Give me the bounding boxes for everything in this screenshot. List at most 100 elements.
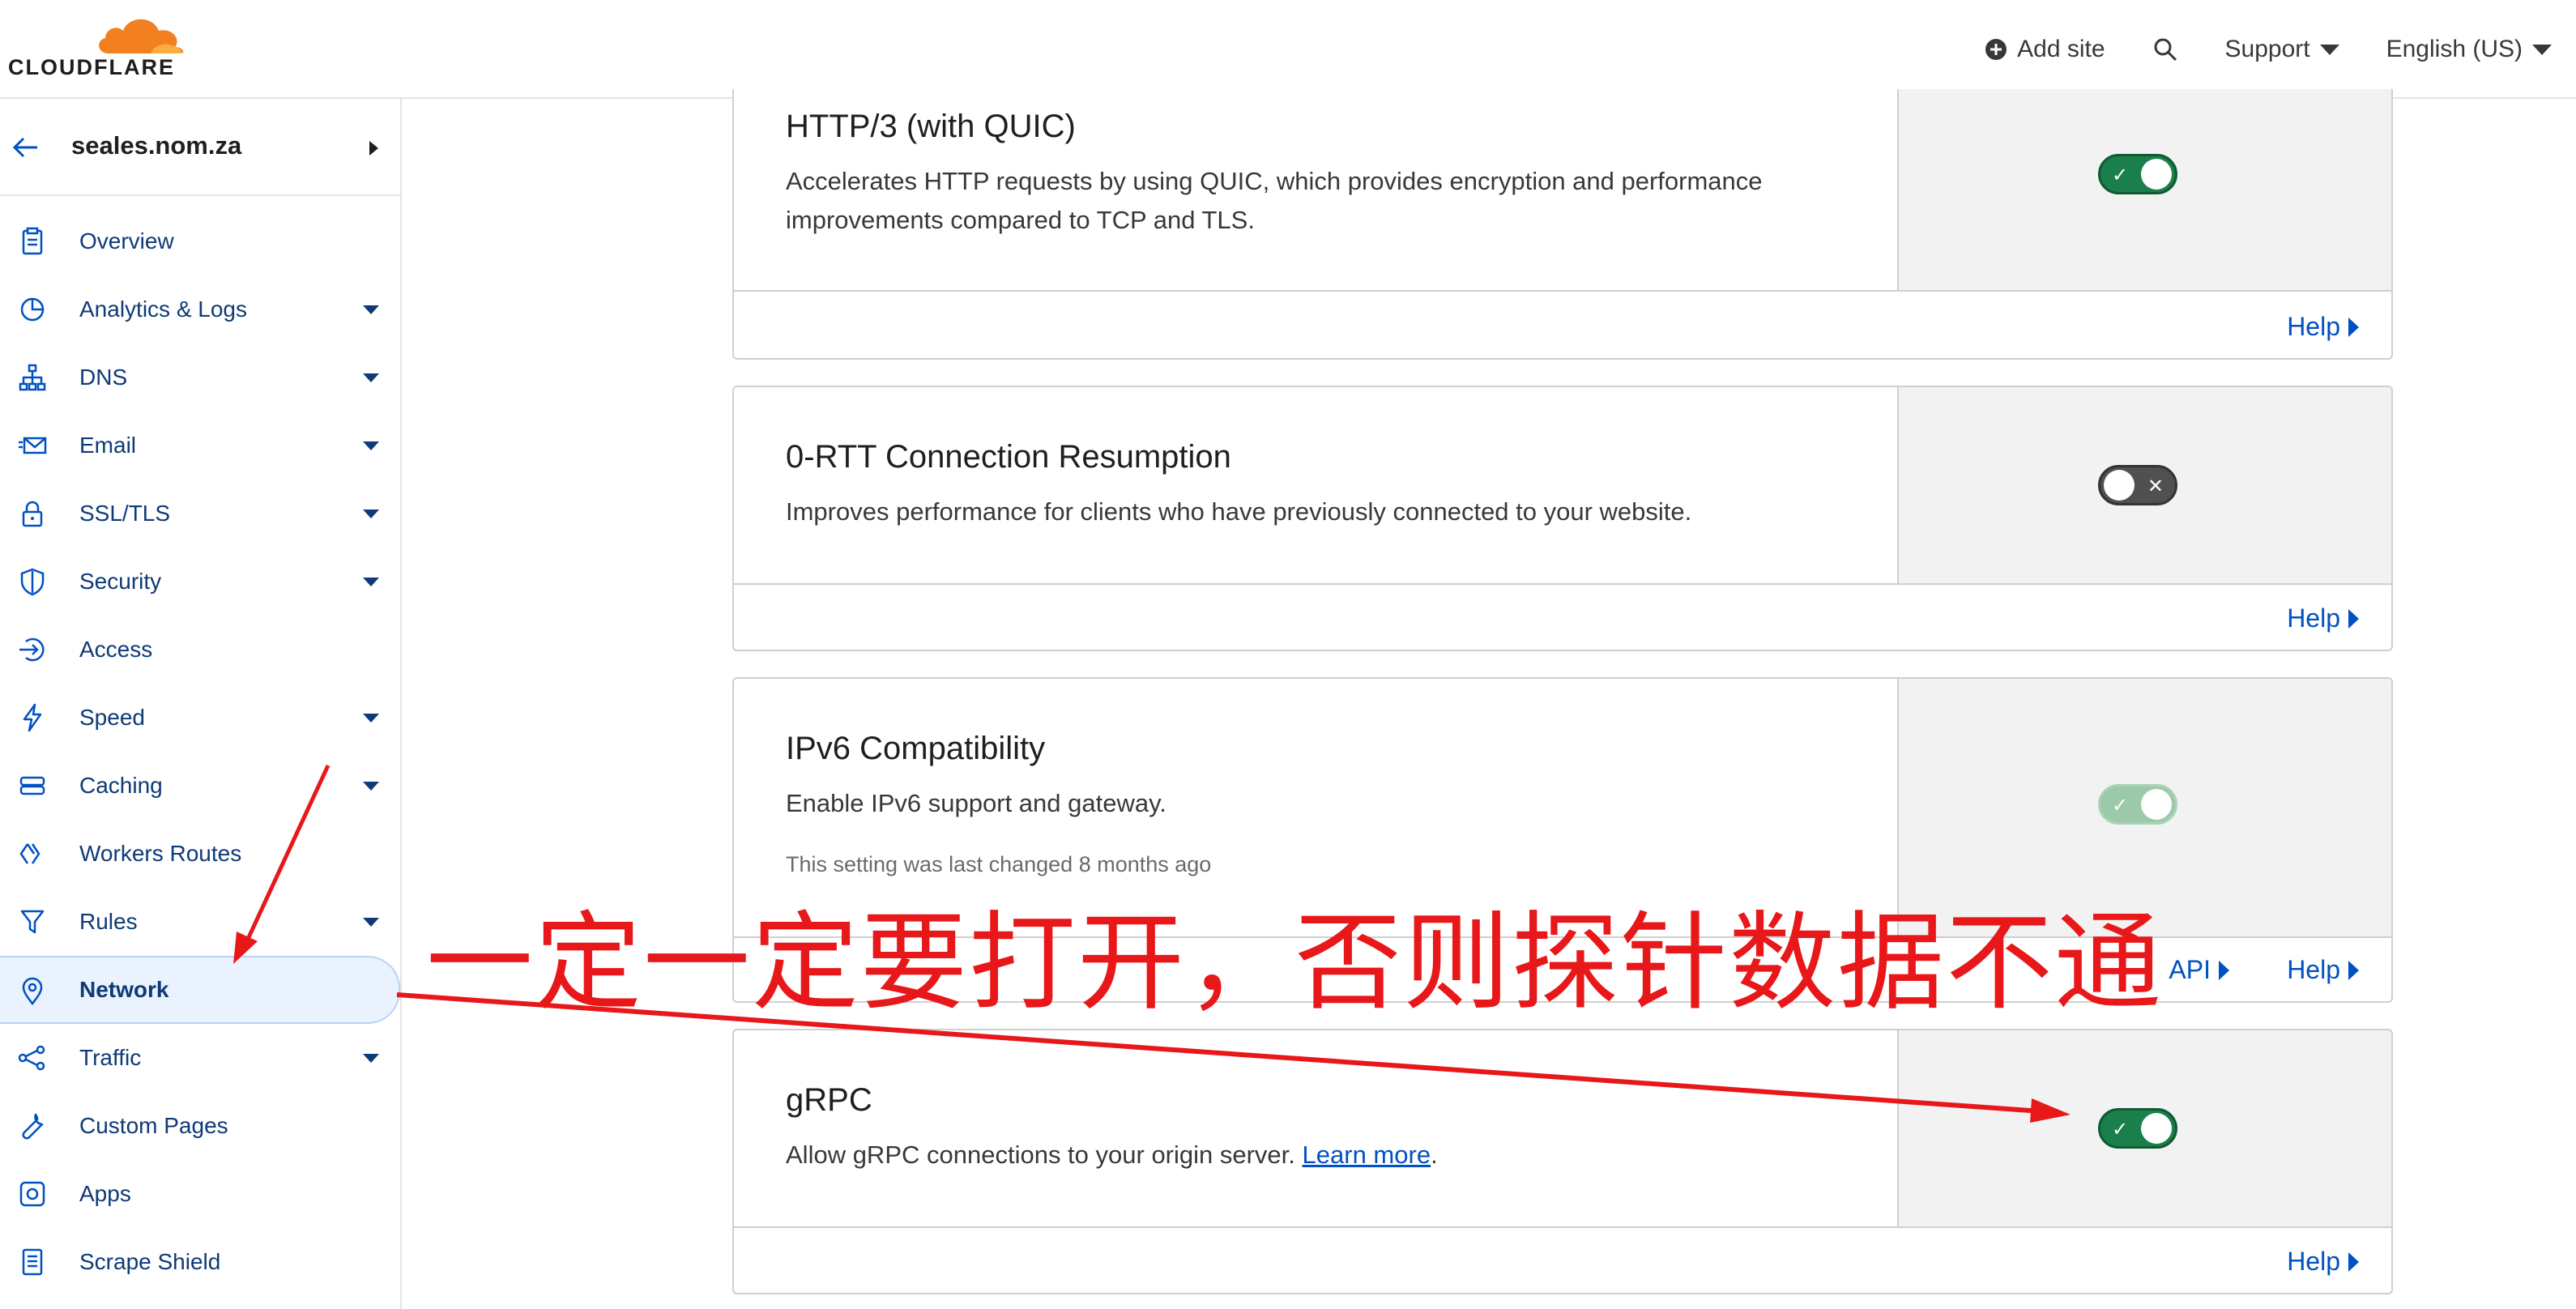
sidebar-item-overview[interactable]: Overview: [0, 207, 400, 275]
card-title: 0-RTT Connection Resumption: [786, 439, 1231, 475]
location-pin-icon: [22, 977, 43, 1006]
card-description: Accelerates HTTP requests by using QUIC,…: [786, 167, 1763, 234]
sidebar-item-label: Rules: [79, 909, 138, 934]
back-arrow-icon[interactable]: [11, 133, 41, 162]
document-icon: [22, 1248, 43, 1276]
sidebar-item-speed[interactable]: Speed: [0, 684, 400, 752]
toggle-knob: [2141, 789, 2172, 820]
sidebar-item-label: Workers Routes: [79, 841, 242, 866]
access-icon: [19, 637, 45, 662]
check-icon: ✓: [2112, 164, 2129, 186]
support-menu[interactable]: Support: [2225, 36, 2339, 63]
zero-rtt-toggle[interactable]: ✕: [2098, 465, 2177, 505]
chevron-right-icon[interactable]: [369, 141, 378, 156]
network-tree-icon: [19, 364, 46, 391]
sidebar-item-label: DNS: [79, 365, 128, 390]
card-description: Improves performance for clients who hav…: [786, 497, 1692, 526]
help-label: Help: [2287, 1247, 2340, 1276]
ipv6-toggle[interactable]: ✓: [2098, 784, 2177, 825]
server-icon: [19, 776, 45, 795]
card-control-panel: ✕: [1897, 387, 2391, 583]
chevron-down-icon: [363, 782, 379, 791]
sidebar-menu: Overview Analytics & Logs DNS Email SSL/…: [0, 207, 400, 1296]
apps-icon: [19, 1181, 45, 1207]
zero-rtt-card: 0-RTT Connection Resumption Improves per…: [732, 386, 2393, 651]
sidebar-item-email[interactable]: Email: [0, 411, 400, 480]
sidebar-item-custom-pages[interactable]: Custom Pages: [0, 1092, 400, 1160]
envelope-icon: [19, 437, 47, 454]
chevron-down-icon: [363, 510, 379, 518]
sidebar-item-label: SSL/TLS: [79, 501, 171, 526]
search-icon: [2154, 38, 2177, 62]
grpc-card: gRPC Allow gRPC connections to your orig…: [732, 1029, 2393, 1294]
lightning-icon: [23, 703, 42, 732]
sidebar-item-label: Caching: [79, 773, 163, 798]
shield-icon: [20, 568, 45, 596]
card-description: Allow gRPC connections to your origin se…: [786, 1136, 1839, 1175]
filter-icon: [20, 910, 45, 934]
sidebar-item-label: Custom Pages: [79, 1113, 228, 1138]
add-site-button[interactable]: Add site: [1985, 36, 2105, 63]
sidebar-item-caching[interactable]: Caching: [0, 752, 400, 820]
add-site-label: Add site: [2017, 36, 2105, 62]
sidebar-item-workers-routes[interactable]: Workers Routes: [0, 820, 400, 888]
sidebar-item-dns[interactable]: DNS: [0, 343, 400, 411]
chevron-down-icon: [363, 578, 379, 586]
language-selector[interactable]: English (US): [2386, 36, 2552, 63]
site-selector[interactable]: seales.nom.za: [0, 99, 400, 196]
sidebar-item-apps[interactable]: Apps: [0, 1160, 400, 1228]
search-button[interactable]: [2152, 36, 2178, 62]
check-icon: ✓: [2112, 795, 2129, 817]
support-label: Support: [2224, 36, 2310, 62]
cloudflare-logo[interactable]: CLOUDFLARE: [8, 13, 186, 79]
sidebar-item-label: Scrape Shield: [79, 1249, 221, 1274]
help-link[interactable]: Help: [2287, 955, 2359, 985]
help-link[interactable]: Help: [2287, 312, 2359, 342]
card-body: gRPC Allow gRPC connections to your orig…: [734, 1030, 2391, 1228]
api-link[interactable]: API: [2169, 955, 2229, 985]
sidebar-item-label: Speed: [79, 705, 145, 730]
chevron-down-icon: [2319, 44, 2339, 55]
chevron-down-icon: [363, 373, 379, 382]
chevron-down-icon: [363, 918, 379, 927]
caret-right-icon: [2348, 317, 2359, 337]
check-icon: ✓: [2112, 1119, 2129, 1141]
site-name: seales.nom.za: [71, 131, 242, 160]
card-title: IPv6 Compatibility: [786, 731, 1046, 766]
chevron-down-icon: [363, 441, 379, 450]
sidebar-item-label: Traffic: [79, 1045, 142, 1070]
sidebar-item-ssl-tls[interactable]: SSL/TLS: [0, 480, 400, 548]
close-icon: ✕: [2147, 475, 2164, 497]
sidebar-item-network[interactable]: Network: [0, 956, 400, 1024]
sidebar-item-label: Access: [79, 637, 153, 662]
caret-right-icon: [2348, 960, 2359, 980]
sidebar-item-rules[interactable]: Rules: [0, 888, 400, 956]
chevron-down-icon: [363, 1054, 379, 1063]
sidebar: seales.nom.za Overview Analytics & Logs …: [0, 99, 402, 1309]
api-label: API: [2169, 955, 2211, 984]
card-body: HTTP/3 (with QUIC) Accelerates HTTP requ…: [734, 89, 2391, 292]
learn-more-link[interactable]: Learn more: [1303, 1141, 1431, 1169]
toggle-knob: [2141, 1113, 2172, 1144]
top-nav: Add site Support English (US): [1985, 0, 2552, 99]
language-label: English (US): [2386, 36, 2523, 62]
sidebar-item-traffic[interactable]: Traffic: [0, 1024, 400, 1092]
grpc-toggle[interactable]: ✓: [2098, 1108, 2177, 1149]
chevron-down-icon: [2532, 44, 2552, 55]
lock-icon: [22, 501, 43, 527]
sidebar-item-security[interactable]: Security: [0, 548, 400, 616]
card-control-panel: ✓: [1897, 89, 2391, 290]
sidebar-item-label: Apps: [79, 1181, 131, 1206]
sidebar-item-label: Security: [79, 569, 162, 594]
card-control-panel: ✓: [1897, 1030, 2391, 1226]
http3-toggle[interactable]: ✓: [2098, 154, 2177, 194]
card-description: Enable IPv6 support and gateway.: [786, 789, 1166, 817]
help-link[interactable]: Help: [2287, 603, 2359, 633]
sidebar-item-analytics[interactable]: Analytics & Logs: [0, 275, 400, 343]
workers-icon: [19, 843, 41, 864]
sidebar-item-label: Analytics & Logs: [79, 296, 247, 322]
sidebar-item-access[interactable]: Access: [0, 616, 400, 684]
help-link[interactable]: Help: [2287, 1247, 2359, 1277]
sidebar-item-scrape-shield[interactable]: Scrape Shield: [0, 1228, 400, 1296]
chevron-down-icon: [363, 305, 379, 314]
